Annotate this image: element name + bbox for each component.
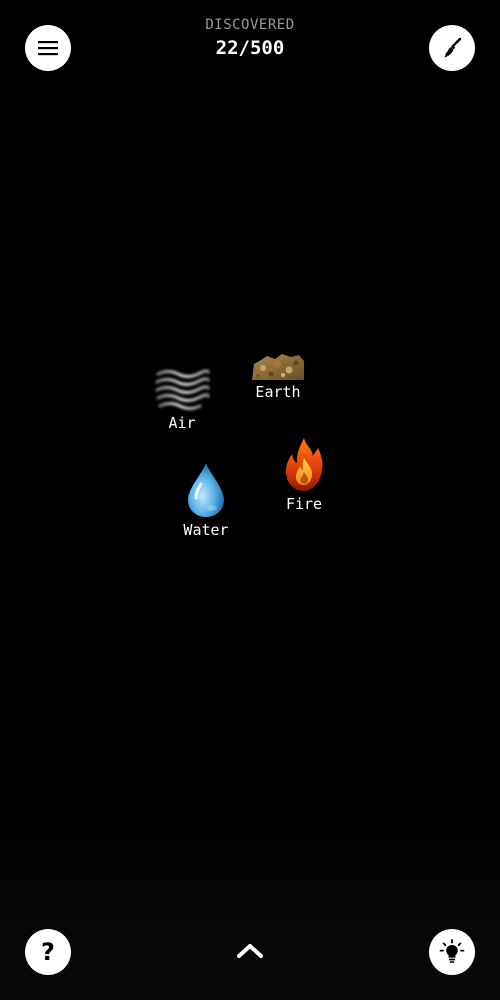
element-label: Water xyxy=(183,521,229,539)
air-wind-icon xyxy=(155,369,210,411)
game-board[interactable]: DISCOVERED 22/500 Air Earth Fire Water ? xyxy=(0,0,500,1000)
element-air[interactable]: Air xyxy=(150,365,214,432)
fire-flame-icon xyxy=(285,438,323,491)
water-drop-icon xyxy=(188,463,224,517)
hamburger-menu-icon xyxy=(38,41,58,56)
discovered-count: 22/500 xyxy=(215,37,285,59)
discovered-counter: DISCOVERED 22/500 xyxy=(150,16,350,60)
help-button[interactable]: ? xyxy=(25,929,71,975)
element-label: Earth xyxy=(255,383,301,401)
broom-icon xyxy=(444,37,462,58)
hint-button[interactable] xyxy=(429,929,475,975)
element-earth[interactable]: Earth xyxy=(246,350,310,401)
clear-board-button[interactable] xyxy=(429,25,475,71)
element-label: Air xyxy=(168,414,196,432)
element-water[interactable]: Water xyxy=(174,460,238,539)
discovered-label: DISCOVERED xyxy=(205,17,295,33)
element-fire[interactable]: Fire xyxy=(272,436,336,513)
chevron-up-icon xyxy=(237,944,263,958)
element-label: Fire xyxy=(285,495,323,513)
lightbulb-icon xyxy=(439,939,465,963)
menu-button[interactable] xyxy=(25,25,71,71)
question-mark-icon: ? xyxy=(41,938,55,966)
expand-library-button[interactable] xyxy=(230,935,270,967)
earth-soil-icon xyxy=(252,354,304,380)
